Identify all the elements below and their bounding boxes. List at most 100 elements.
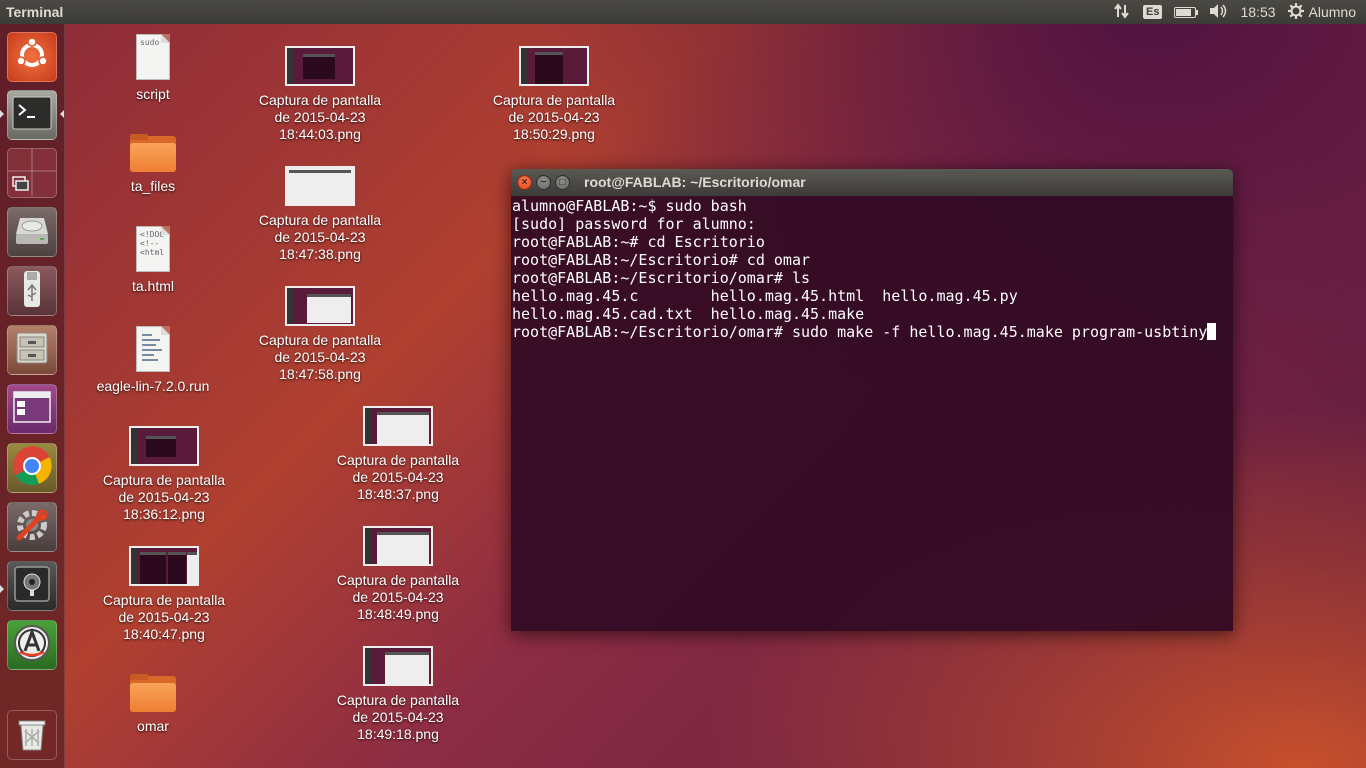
desktop-icon-captura-183612[interactable]: Captura de pantalla de 2015-04-23 18:36:12… (84, 426, 244, 523)
launcher-item-chrome[interactable] (7, 443, 57, 493)
desktop-icon-captura-184837[interactable]: Captura de pantalla de 2015-04-23 18:48:37… (318, 406, 478, 503)
terminal-line: [sudo] password for alumno: (512, 215, 756, 233)
maximize-button[interactable]: □ (555, 175, 570, 190)
script-file-icon (136, 326, 170, 372)
clock[interactable]: 18:53 (1240, 4, 1275, 20)
usb-icon (17, 269, 47, 314)
desktop-icon-eagle[interactable]: eagle-lin-7.2.0.run (73, 326, 233, 395)
launcher-item-trash[interactable] (7, 710, 57, 760)
terminal-line: alumno@FABLAB:~$ sudo bash (512, 197, 747, 215)
desktop-icon-label: Captura de pantalla de 2015-04-23 18:47:58… (258, 332, 382, 382)
hard-disk-icon (12, 212, 52, 253)
battery-icon[interactable] (1174, 6, 1199, 18)
launcher-item-usb-drive[interactable] (7, 266, 57, 316)
desktop-icon-captura-184849[interactable]: Captura de pantalla de 2015-04-23 18:48:49… (318, 526, 478, 623)
close-icon: × (521, 177, 528, 188)
indicator-area: Es 18:53 Alumno (1113, 0, 1356, 24)
image-thumbnail-icon (363, 526, 433, 566)
terminal-icon (12, 96, 52, 135)
software-updater-icon (11, 622, 53, 669)
desktop-icon-omar[interactable]: omar (73, 674, 233, 735)
terminal-title: root@FABLAB: ~/Escritorio/omar (584, 174, 806, 190)
folder-icon (130, 674, 176, 712)
image-thumbnail-icon (285, 46, 355, 86)
image-thumbnail-icon (285, 166, 355, 206)
desktop-icon-label: Captura de pantalla de 2015-04-23 18:36:12… (102, 472, 226, 522)
launcher-item-window-app[interactable] (7, 384, 57, 434)
desktop-icon-label: Captura de pantalla de 2015-04-23 18:40:47… (102, 592, 226, 642)
chrome-icon (11, 445, 53, 492)
launcher-item-safe[interactable] (7, 561, 57, 611)
desktop-icon-label: Captura de pantalla de 2015-04-23 18:48:49… (336, 572, 460, 622)
launcher-item-software-updater[interactable] (7, 620, 57, 670)
desktop-icon-label: Captura de pantalla de 2015-04-23 18:44:03… (258, 92, 382, 142)
keyboard-layout-indicator[interactable]: Es (1143, 5, 1163, 19)
image-thumbnail-icon (363, 406, 433, 446)
desktop-icon-label: omar (137, 718, 169, 734)
trash-icon (14, 713, 50, 758)
launcher-item-files[interactable] (7, 325, 57, 375)
text-cursor (1207, 323, 1217, 340)
image-thumbnail-icon (129, 546, 199, 586)
image-thumbnail-icon (129, 426, 199, 466)
terminal-prompt-line: root@FABLAB:~/Escritorio/omar# sudo make… (512, 323, 1232, 341)
terminal-window[interactable]: × − □ root@FABLAB: ~/Escritorio/omar alu… (511, 169, 1233, 631)
active-app-title: Terminal (6, 4, 64, 20)
desktop-icon-label: ta.html (131, 278, 174, 294)
terminal-line: root@FABLAB:~/Escritorio/omar# ls (512, 269, 811, 287)
safe-icon (12, 564, 52, 609)
maximize-icon: □ (559, 177, 566, 188)
desktop-icon-label: Captura de pantalla de 2015-04-23 18:48:37… (336, 452, 460, 502)
network-icon[interactable] (1113, 2, 1131, 22)
launcher-item-terminal[interactable] (7, 90, 57, 140)
desktop-icon-label: Captura de pantalla de 2015-04-23 18:47:38… (258, 212, 382, 262)
terminal-line: root@FABLAB:~/Escritorio# cd omar (512, 251, 811, 269)
workspace-icon (8, 149, 56, 197)
terminal-output[interactable]: alumno@FABLAB:~$ sudo bash [sudo] passwo… (511, 196, 1233, 631)
desktop-icon-label: Captura de pantalla de 2015-04-23 18:49:18… (336, 692, 460, 742)
running-indicator (0, 110, 4, 118)
terminal-line: hello.mag.45.cad.txt hello.mag.45.make (512, 305, 865, 323)
launcher-item-hard-disk[interactable] (7, 207, 57, 257)
desktop-icon-captura-184047[interactable]: Captura de pantalla de 2015-04-23 18:40:47… (84, 546, 244, 643)
desktop-icon-captura-184403[interactable]: Captura de pantalla de 2015-04-23 18:44:03… (240, 46, 400, 143)
launcher-item-dash-home[interactable] (7, 32, 57, 82)
close-button[interactable]: × (517, 175, 532, 190)
minimize-icon: − (540, 177, 547, 188)
terminal-line: root@FABLAB:~/Escritorio/omar# sudo make… (512, 323, 1208, 341)
minimize-button[interactable]: − (536, 175, 551, 190)
gear-icon (1287, 2, 1304, 22)
desktop-icon-ta-files[interactable]: ta_files (73, 134, 233, 195)
launcher-item-workspace-switcher[interactable] (7, 148, 57, 198)
terminal-titlebar[interactable]: × − □ root@FABLAB: ~/Escritorio/omar (511, 169, 1233, 196)
desktop-icon-label: script (136, 86, 170, 102)
file-preview-text: sudo (140, 38, 160, 47)
image-thumbnail-icon (285, 286, 355, 326)
image-thumbnail-icon (519, 46, 589, 86)
desktop-icon-label: Captura de pantalla de 2015-04-23 18:50:29… (492, 92, 616, 142)
volume-icon[interactable] (1208, 3, 1228, 22)
file-preview-text: <!DOC <!-- <html (140, 230, 165, 257)
user-name: Alumno (1308, 4, 1356, 20)
terminal-line: hello.mag.45.c hello.mag.45.html hello.m… (512, 287, 1018, 305)
text-file-icon: sudo (136, 34, 170, 80)
desktop-icon-script[interactable]: sudo script (73, 34, 233, 103)
settings-wrench-icon (11, 504, 53, 551)
image-thumbnail-icon (363, 646, 433, 686)
top-panel: Terminal Es 18:53 Alumno (0, 0, 1366, 24)
ubuntu-logo-icon (13, 36, 51, 79)
desktop-icon-captura-185029[interactable]: Captura de pantalla de 2015-04-23 18:50:29… (474, 46, 634, 143)
desktop-icon-label: ta_files (130, 178, 176, 194)
terminal-line: root@FABLAB:~# cd Escritorio (512, 233, 765, 251)
desktop-icon-captura-184738[interactable]: Captura de pantalla de 2015-04-23 18:47:38… (240, 166, 400, 263)
session-menu[interactable]: Alumno (1287, 2, 1356, 22)
desktop-icon-captura-184758[interactable]: Captura de pantalla de 2015-04-23 18:47:58… (240, 286, 400, 383)
desktop-icon-label: eagle-lin-7.2.0.run (96, 378, 210, 394)
launcher (0, 24, 65, 768)
focus-indicator (60, 110, 64, 118)
launcher-item-system-settings[interactable] (7, 502, 57, 552)
desktop-icon-captura-184918[interactable]: Captura de pantalla de 2015-04-23 18:49:18… (318, 646, 478, 743)
folder-icon (130, 134, 176, 172)
desktop-icon-ta-html[interactable]: <!DOC <!-- <html ta.html (73, 226, 233, 295)
html-file-icon: <!DOC <!-- <html (136, 226, 170, 272)
